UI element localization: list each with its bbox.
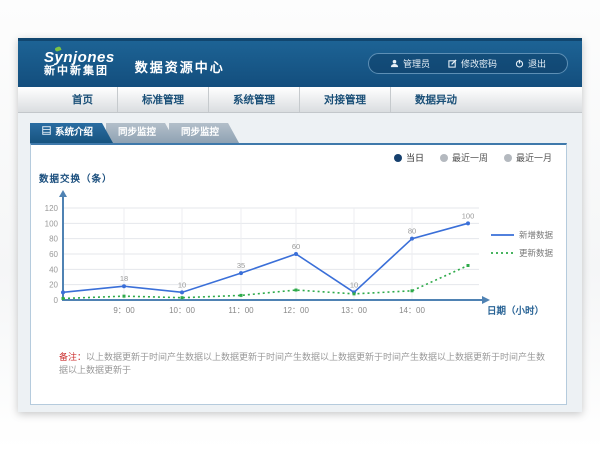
tab-label: 系统介绍 [55, 123, 93, 143]
logout-button[interactable]: 退出 [506, 57, 555, 70]
time-filter-group: 当日 最近一周 最近一月 [394, 151, 552, 164]
user-menu: 管理员 修改密码 退出 [368, 53, 568, 74]
edit-icon [448, 59, 457, 68]
logo-secondary-text: 新中新集团 [44, 66, 115, 78]
svg-text:日期（小时）: 日期（小时） [487, 305, 544, 317]
nav-item-standards[interactable]: 标准管理 [117, 87, 208, 112]
svg-text:80: 80 [49, 235, 58, 244]
svg-text:60: 60 [292, 242, 300, 251]
svg-text:10：00: 10：00 [169, 306, 195, 315]
radio-icon [504, 154, 512, 162]
tab-label: 同步监控 [181, 123, 219, 143]
logo-primary-text: Synjones [44, 49, 115, 66]
power-icon [515, 59, 524, 68]
nav-item-home[interactable]: 首页 [48, 87, 117, 112]
svg-text:9：00: 9：00 [113, 306, 135, 315]
svg-text:10: 10 [178, 280, 186, 289]
footnote: 备注：以上数据更新于时间产生数据以上数据更新于时间产生数据以上数据更新于时间产生… [59, 351, 552, 376]
radio-last-month[interactable]: 最近一月 [504, 151, 552, 164]
change-password-button[interactable]: 修改密码 [439, 57, 506, 70]
svg-text:18: 18 [120, 274, 128, 283]
radio-icon [440, 154, 448, 162]
tab-system-intro[interactable]: 系统介绍 [30, 123, 113, 143]
svg-text:20: 20 [49, 281, 58, 290]
svg-text:14：00: 14：00 [399, 306, 425, 315]
line-chart: 0 20 40 60 80 100 120 9：00 10：00 11：00 12：00 13：00 1… [31, 187, 566, 347]
nav-item-system[interactable]: 系统管理 [208, 87, 299, 112]
app-window: Synjones 新中新集团 数据资源中心 管理员 修改密码 [18, 38, 582, 412]
radio-last-week[interactable]: 最近一周 [440, 151, 488, 164]
app-header: Synjones 新中新集团 数据资源中心 管理员 修改密码 [18, 41, 582, 87]
svg-text:0: 0 [54, 296, 59, 305]
svg-text:80: 80 [408, 227, 416, 236]
user-menu-username[interactable]: 管理员 [381, 57, 439, 70]
nav-item-data-changes[interactable]: 数据异动 [390, 87, 481, 112]
page-title: 数据资源中心 [135, 57, 225, 76]
svg-text:更新数据: 更新数据 [519, 248, 554, 258]
screenshot-canvas: Synjones 新中新集团 数据资源中心 管理员 修改密码 [0, 0, 600, 450]
grid-icon [42, 123, 51, 143]
change-password-label: 修改密码 [461, 57, 497, 70]
svg-text:120: 120 [45, 204, 59, 213]
tab-label: 同步监控 [118, 123, 156, 143]
radio-label: 当日 [406, 151, 424, 164]
tab-sync-monitor-2[interactable]: 同步监控 [169, 123, 239, 143]
footnote-label: 备注： [59, 352, 86, 362]
svg-text:新增数据: 新增数据 [519, 230, 554, 240]
svg-text:100: 100 [462, 211, 475, 220]
radio-label: 最近一周 [452, 151, 488, 164]
tab-sync-monitor-1[interactable]: 同步监控 [106, 123, 176, 143]
radio-label: 最近一月 [516, 151, 552, 164]
radio-selected-icon [394, 154, 402, 162]
nav-item-integration[interactable]: 对接管理 [299, 87, 390, 112]
main-nav: 首页 标准管理 系统管理 对接管理 数据异动 [18, 87, 582, 113]
svg-text:12：00: 12：00 [283, 306, 309, 315]
svg-text:60: 60 [49, 250, 58, 259]
svg-text:100: 100 [45, 219, 59, 228]
logo-wordmark: Synjones [44, 50, 115, 66]
svg-text:11：00: 11：00 [228, 306, 254, 315]
svg-text:35: 35 [237, 261, 245, 270]
y-axis-title: 数据交换（条） [39, 171, 113, 185]
content-area: 系统介绍 同步监控 同步监控 当日 最近一周 [18, 113, 582, 405]
svg-text:40: 40 [49, 265, 58, 274]
username-label: 管理员 [403, 57, 430, 70]
tab-bar: 系统介绍 同步监控 同步监控 [18, 123, 582, 143]
footnote-text: 以上数据更新于时间产生数据以上数据更新于时间产生数据以上数据更新于时间产生数据以… [59, 352, 545, 375]
svg-text:13：00: 13：00 [341, 306, 367, 315]
logout-label: 退出 [528, 57, 546, 70]
svg-text:10: 10 [350, 280, 358, 289]
chart-panel: 当日 最近一周 最近一月 数据交换（条） 0 20 40 60 80 100 120 9：00… [30, 143, 567, 405]
radio-today[interactable]: 当日 [394, 151, 424, 164]
person-icon [390, 59, 399, 68]
logo: Synjones 新中新集团 [44, 50, 115, 77]
